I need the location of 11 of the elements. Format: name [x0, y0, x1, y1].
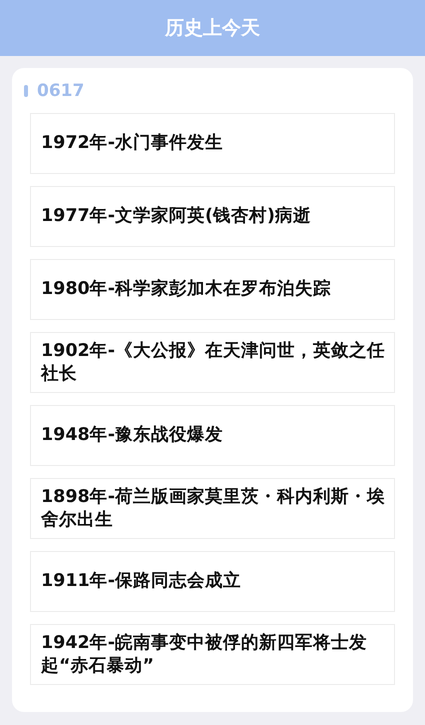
- event-item[interactable]: 1898年-荷兰版画家莫里茨・科内利斯・埃舍尔出生: [30, 478, 395, 539]
- marker-icon: [24, 85, 28, 97]
- page-title: 历史上今天: [165, 16, 260, 41]
- event-item[interactable]: 1902年-《大公报》在天津问世，英敛之任社长: [30, 332, 395, 393]
- event-item[interactable]: 1972年-水门事件发生: [30, 113, 395, 174]
- date-label: 0617: [37, 81, 84, 101]
- event-item[interactable]: 1948年-豫东战役爆发: [30, 405, 395, 466]
- event-item[interactable]: 1942年-皖南事变中被俘的新四军将士发起“赤石暴动”: [30, 624, 395, 685]
- event-item[interactable]: 1980年-科学家彭加木在罗布泊失踪: [30, 259, 395, 320]
- event-item[interactable]: 1911年-保路同志会成立: [30, 551, 395, 612]
- event-item[interactable]: 1977年-文学家阿英(钱杏村)病逝: [30, 186, 395, 247]
